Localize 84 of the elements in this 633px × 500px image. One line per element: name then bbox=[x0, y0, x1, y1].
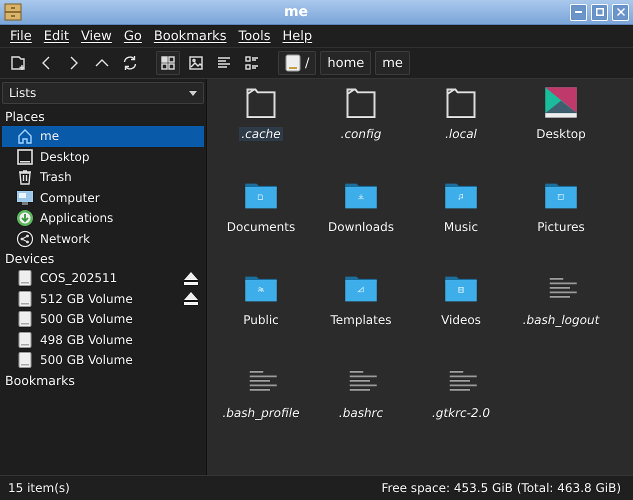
free-space-text: Free space: 453.5 GiB (Total: 463.8 GiB) bbox=[382, 481, 621, 495]
close-icon bbox=[616, 8, 624, 16]
path-button[interactable]: me bbox=[375, 51, 410, 75]
sidebar-item[interactable]: me bbox=[2, 126, 204, 146]
drive-icon bbox=[16, 269, 34, 288]
window-title: me bbox=[282, 4, 310, 20]
sidebar-item[interactable]: Applications bbox=[2, 208, 204, 228]
file-name[interactable]: .bashrc bbox=[336, 406, 386, 420]
drive-icon bbox=[16, 330, 34, 349]
sidebar-label: Computer bbox=[40, 190, 101, 205]
file-name[interactable]: Templates bbox=[328, 313, 394, 327]
section-header: Bookmarks bbox=[4, 372, 76, 390]
eject-icon[interactable] bbox=[184, 272, 198, 285]
file-name[interactable]: .cache bbox=[239, 127, 283, 141]
file-name[interactable]: .config bbox=[338, 127, 384, 141]
menu-item[interactable]: Edit bbox=[38, 28, 75, 44]
close-button[interactable] bbox=[612, 4, 629, 20]
sidebar-item[interactable]: 498 GB Volume bbox=[2, 330, 204, 350]
minimize-icon bbox=[575, 11, 582, 13]
sidebar-label: 500 GB Volume bbox=[40, 353, 134, 368]
trash-icon bbox=[16, 168, 34, 186]
sidebar-item[interactable]: COS_202511 bbox=[2, 268, 204, 288]
sidebar-label: Trash bbox=[40, 170, 73, 184]
menu-item[interactable]: View bbox=[74, 28, 118, 44]
file-name[interactable]: Downloads bbox=[326, 220, 396, 234]
view-mode-button[interactable] bbox=[156, 51, 180, 75]
path-button[interactable]: / bbox=[278, 51, 316, 75]
sidebar-item[interactable]: 500 GB Volume bbox=[2, 309, 204, 330]
menu-item[interactable]: File bbox=[4, 28, 38, 44]
sidebar-label: Desktop bbox=[40, 150, 90, 164]
file-name[interactable]: .bash_logout bbox=[520, 313, 602, 327]
home-icon bbox=[16, 127, 34, 146]
thumbnails-icon bbox=[187, 54, 205, 72]
download-icon bbox=[16, 209, 34, 228]
monitor-icon bbox=[16, 188, 34, 207]
share-icon bbox=[16, 230, 34, 248]
file-name[interactable]: Music bbox=[442, 220, 480, 234]
eject-icon[interactable] bbox=[184, 292, 198, 306]
sidebar-label: Network bbox=[40, 232, 92, 246]
file-name[interactable]: .local bbox=[443, 127, 479, 141]
details-icon bbox=[243, 54, 261, 72]
file-name[interactable]: .gtkrc-2.0 bbox=[430, 406, 492, 420]
file-name[interactable]: Documents bbox=[224, 220, 298, 234]
dropdown-arrow-icon bbox=[189, 90, 197, 96]
sidebar-item[interactable]: Desktop bbox=[2, 146, 204, 167]
file-name[interactable]: Pictures bbox=[535, 220, 587, 234]
menu-item[interactable]: Go bbox=[118, 28, 148, 44]
drive-icon bbox=[16, 290, 34, 308]
minimize-button[interactable] bbox=[570, 4, 587, 20]
sidebar-label: 500 GB Volume bbox=[40, 312, 134, 326]
forward-icon bbox=[70, 56, 78, 70]
sidebar-label: 498 GB Volume bbox=[40, 332, 134, 347]
file-name[interactable]: Public bbox=[241, 313, 281, 327]
item-count: 15 item(s) bbox=[8, 481, 70, 495]
sidebar-label: me bbox=[40, 129, 60, 144]
drawer-cabinet-icon bbox=[4, 3, 22, 21]
drive-icon bbox=[16, 351, 34, 370]
screen-icon bbox=[16, 148, 34, 166]
file-name[interactable]: Desktop bbox=[534, 127, 588, 141]
lists-dropdown[interactable]: Lists bbox=[2, 82, 204, 104]
new-window-icon bbox=[9, 54, 27, 72]
sidebar-label: 512 GB Volume bbox=[40, 292, 134, 306]
icons-icon bbox=[159, 54, 177, 72]
maximize-button[interactable] bbox=[591, 4, 608, 20]
sidebar-item[interactable]: Computer bbox=[2, 188, 204, 208]
sidebar-item[interactable]: 512 GB Volume bbox=[2, 288, 204, 309]
sidebar-label: Applications bbox=[40, 211, 114, 226]
section-header: Devices bbox=[4, 250, 56, 268]
sidebar-label: COS_202511 bbox=[40, 271, 118, 286]
section-header: Places bbox=[4, 108, 46, 126]
drive-icon bbox=[285, 54, 301, 72]
drive-icon bbox=[16, 310, 34, 328]
maximize-icon bbox=[596, 8, 604, 16]
sidebar-item[interactable]: 500 GB Volume bbox=[2, 350, 204, 370]
sidebar-item[interactable]: Trash bbox=[2, 167, 204, 188]
file-name[interactable]: .bash_profile bbox=[220, 406, 302, 420]
back-icon bbox=[42, 56, 50, 70]
menu-item[interactable]: Help bbox=[276, 28, 318, 44]
menu-item[interactable]: Bookmarks bbox=[148, 28, 232, 44]
reload-icon bbox=[121, 54, 139, 72]
sidebar-item[interactable]: Network bbox=[2, 228, 204, 249]
path-button[interactable]: home bbox=[320, 51, 372, 75]
file-name[interactable]: Videos bbox=[439, 313, 483, 327]
menu-item[interactable]: Tools bbox=[232, 28, 277, 44]
